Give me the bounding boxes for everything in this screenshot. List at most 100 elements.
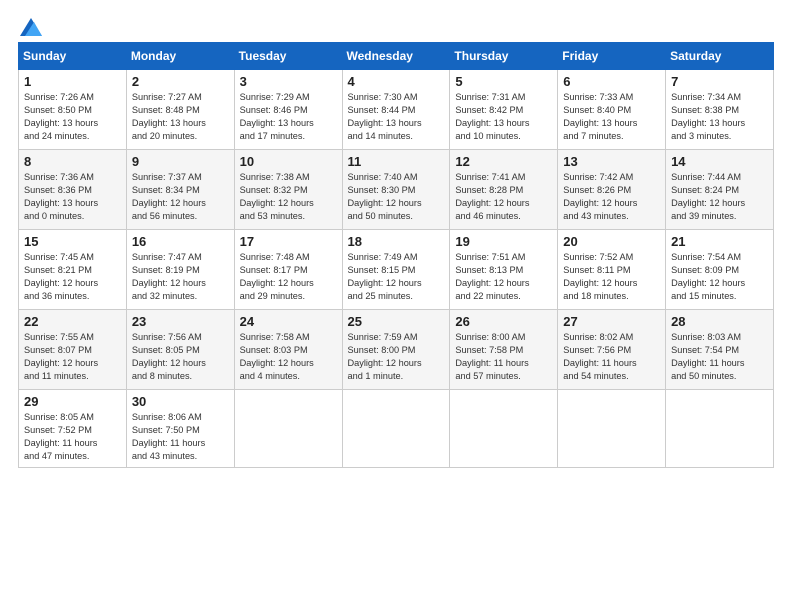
calendar-cell: 22Sunrise: 7:55 AM Sunset: 8:07 PM Dayli… [19,310,127,390]
day-info: Sunrise: 8:05 AM Sunset: 7:52 PM Dayligh… [24,412,97,461]
calendar-cell: 18 Sunrise: 7:49 AM Sunset: 8:15 PM Dayli… [342,230,450,310]
day-info: Sunrise: 7:36 AM Sunset: 8:36 PM Dayligh… [24,172,98,221]
day-number: 23 [132,314,229,329]
day-number: 14 [671,154,768,169]
day-number: 18 [348,234,445,249]
day-info: Sunrise: 7:33 AM Sunset: 8:40 PM Dayligh… [563,92,637,141]
calendar-cell: 11 Sunrise: 7:40 AM Sunset: 8:30 PM Dayli… [342,150,450,230]
day-info: Sunrise: 7:37 AM Sunset: 8:34 PM Dayligh… [132,172,206,221]
calendar-cell: 17 Sunrise: 7:48 AM Sunset: 8:17 PM Dayli… [234,230,342,310]
day-info: Sunrise: 8:00 AM Sunset: 7:58 PM Dayligh… [455,332,528,381]
day-number: 20 [563,234,660,249]
day-number: 13 [563,154,660,169]
day-info: Sunrise: 7:26 AM Sunset: 8:50 PM Dayligh… [24,92,98,141]
day-info: Sunrise: 7:27 AM Sunset: 8:48 PM Dayligh… [132,92,206,141]
day-info: Sunrise: 7:59 AM Sunset: 8:00 PM Dayligh… [348,332,422,381]
logo [18,18,42,32]
calendar-cell: 29 Sunrise: 8:05 AM Sunset: 7:52 PM Dayli… [19,390,127,468]
day-number: 3 [240,74,337,89]
calendar-cell [666,390,774,468]
day-info: Sunrise: 7:44 AM Sunset: 8:24 PM Dayligh… [671,172,745,221]
calendar-cell: 16 Sunrise: 7:47 AM Sunset: 8:19 PM Dayli… [126,230,234,310]
day-number: 19 [455,234,552,249]
calendar-cell: 4 Sunrise: 7:30 AM Sunset: 8:44 PM Daylig… [342,70,450,150]
day-info: Sunrise: 7:29 AM Sunset: 8:46 PM Dayligh… [240,92,314,141]
calendar-cell: 26 Sunrise: 8:00 AM Sunset: 7:58 PM Dayli… [450,310,558,390]
day-info: Sunrise: 8:02 AM Sunset: 7:56 PM Dayligh… [563,332,636,381]
calendar-cell: 21 Sunrise: 7:54 AM Sunset: 8:09 PM Dayli… [666,230,774,310]
day-info: Sunrise: 7:41 AM Sunset: 8:28 PM Dayligh… [455,172,529,221]
day-number: 12 [455,154,552,169]
calendar-cell: 1 Sunrise: 7:26 AM Sunset: 8:50 PM Daylig… [19,70,127,150]
day-info: Sunrise: 7:58 AM Sunset: 8:03 PM Dayligh… [240,332,314,381]
day-number: 16 [132,234,229,249]
day-info: Sunrise: 7:49 AM Sunset: 8:15 PM Dayligh… [348,252,422,301]
day-info: Sunrise: 7:34 AM Sunset: 8:38 PM Dayligh… [671,92,745,141]
day-number: 24 [240,314,337,329]
day-number: 4 [348,74,445,89]
calendar-header-row: Sunday Monday Tuesday Wednesday Thursday… [19,43,774,70]
day-number: 15 [24,234,121,249]
day-info: Sunrise: 8:06 AM Sunset: 7:50 PM Dayligh… [132,412,205,461]
day-number: 1 [24,74,121,89]
day-info: Sunrise: 7:54 AM Sunset: 8:09 PM Dayligh… [671,252,745,301]
day-info: Sunrise: 7:30 AM Sunset: 8:44 PM Dayligh… [348,92,422,141]
header-friday: Friday [558,43,666,70]
day-number: 9 [132,154,229,169]
calendar-cell [234,390,342,468]
day-number: 26 [455,314,552,329]
day-info: Sunrise: 7:47 AM Sunset: 8:19 PM Dayligh… [132,252,206,301]
header-wednesday: Wednesday [342,43,450,70]
calendar-cell: 27 Sunrise: 8:02 AM Sunset: 7:56 PM Dayli… [558,310,666,390]
day-number: 10 [240,154,337,169]
day-number: 30 [132,394,229,409]
header-monday: Monday [126,43,234,70]
day-info: Sunrise: 7:45 AM Sunset: 8:21 PM Dayligh… [24,252,98,301]
calendar-cell: 20 Sunrise: 7:52 AM Sunset: 8:11 PM Dayli… [558,230,666,310]
day-info: Sunrise: 7:52 AM Sunset: 8:11 PM Dayligh… [563,252,637,301]
day-info: Sunrise: 7:31 AM Sunset: 8:42 PM Dayligh… [455,92,529,141]
calendar-cell: 12 Sunrise: 7:41 AM Sunset: 8:28 PM Dayli… [450,150,558,230]
calendar-cell: 9 Sunrise: 7:37 AM Sunset: 8:34 PM Daylig… [126,150,234,230]
day-info: Sunrise: 7:40 AM Sunset: 8:30 PM Dayligh… [348,172,422,221]
calendar-cell: 7 Sunrise: 7:34 AM Sunset: 8:38 PM Daylig… [666,70,774,150]
calendar-cell: 28 Sunrise: 8:03 AM Sunset: 7:54 PM Dayli… [666,310,774,390]
day-number: 27 [563,314,660,329]
day-number: 8 [24,154,121,169]
calendar-cell: 8 Sunrise: 7:36 AM Sunset: 8:36 PM Daylig… [19,150,127,230]
calendar-cell: 25 Sunrise: 7:59 AM Sunset: 8:00 PM Dayli… [342,310,450,390]
day-info: Sunrise: 7:48 AM Sunset: 8:17 PM Dayligh… [240,252,314,301]
day-number: 25 [348,314,445,329]
day-info: Sunrise: 7:42 AM Sunset: 8:26 PM Dayligh… [563,172,637,221]
day-number: 28 [671,314,768,329]
calendar-cell: 30 Sunrise: 8:06 AM Sunset: 7:50 PM Dayli… [126,390,234,468]
day-number: 11 [348,154,445,169]
calendar-cell: 19 Sunrise: 7:51 AM Sunset: 8:13 PM Dayli… [450,230,558,310]
calendar-cell: 3 Sunrise: 7:29 AM Sunset: 8:46 PM Daylig… [234,70,342,150]
logo-icon [20,18,42,36]
day-info: Sunrise: 8:03 AM Sunset: 7:54 PM Dayligh… [671,332,744,381]
day-number: 2 [132,74,229,89]
day-number: 6 [563,74,660,89]
calendar-table: Sunday Monday Tuesday Wednesday Thursday… [18,42,774,468]
day-number: 29 [24,394,121,409]
calendar-cell: 6 Sunrise: 7:33 AM Sunset: 8:40 PM Daylig… [558,70,666,150]
calendar-cell: 5 Sunrise: 7:31 AM Sunset: 8:42 PM Daylig… [450,70,558,150]
page-header [18,18,774,32]
day-number: 5 [455,74,552,89]
calendar-cell [342,390,450,468]
calendar-cell [558,390,666,468]
calendar-cell: 14 Sunrise: 7:44 AM Sunset: 8:24 PM Dayli… [666,150,774,230]
header-tuesday: Tuesday [234,43,342,70]
header-thursday: Thursday [450,43,558,70]
header-sunday: Sunday [19,43,127,70]
day-info: Sunrise: 7:38 AM Sunset: 8:32 PM Dayligh… [240,172,314,221]
header-saturday: Saturday [666,43,774,70]
day-number: 21 [671,234,768,249]
calendar-cell: 10 Sunrise: 7:38 AM Sunset: 8:32 PM Dayli… [234,150,342,230]
calendar-cell: 24 Sunrise: 7:58 AM Sunset: 8:03 PM Dayli… [234,310,342,390]
calendar-cell [450,390,558,468]
day-number: 17 [240,234,337,249]
day-info: Sunrise: 7:51 AM Sunset: 8:13 PM Dayligh… [455,252,529,301]
day-number: 7 [671,74,768,89]
